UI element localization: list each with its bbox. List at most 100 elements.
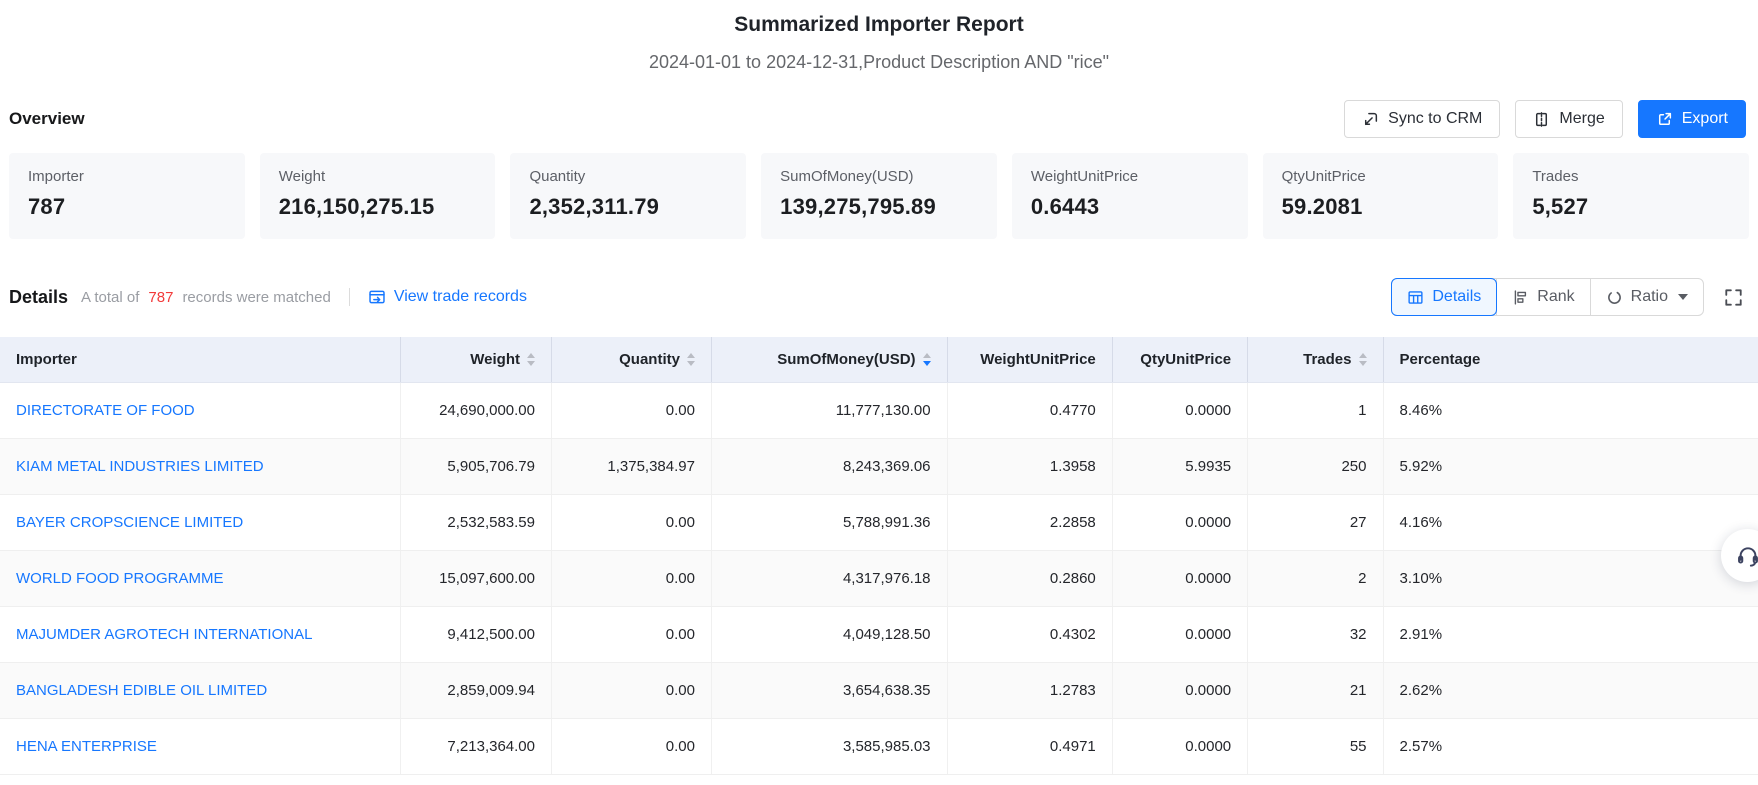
sync-icon	[1362, 111, 1379, 128]
importer-table: Importer Weight Quantity SumOfMoney(USD)…	[0, 337, 1758, 775]
quantity-cell: 1,375,384.97	[552, 439, 712, 494]
stat-label: Quantity	[529, 168, 727, 185]
qty-unit-price-cell: 0.0000	[1113, 607, 1248, 662]
quantity-cell: 0.00	[552, 495, 712, 550]
page-title: Summarized Importer Report	[0, 0, 1758, 37]
weight-cell: 9,412,500.00	[401, 607, 552, 662]
quantity-cell: 0.00	[552, 663, 712, 718]
qty-unit-price-cell: 5.9935	[1113, 439, 1248, 494]
column-header-percentage: Percentage	[1384, 337, 1758, 382]
weight-cell: 24,690,000.00	[401, 383, 552, 438]
importer-cell: BAYER CROPSCIENCE LIMITED	[0, 495, 401, 550]
trades-cell: 55	[1248, 719, 1383, 774]
stat-card-sum-of-money: SumOfMoney(USD) 139,275,795.89	[761, 153, 997, 239]
export-button[interactable]: Export	[1638, 100, 1746, 138]
column-header-weight-unit-price: WeightUnitPrice	[948, 337, 1113, 382]
sort-icon[interactable]	[1359, 353, 1367, 366]
export-label: Export	[1682, 110, 1728, 128]
stat-value: 2,352,311.79	[529, 194, 727, 220]
column-header-trades[interactable]: Trades	[1248, 337, 1383, 382]
qty-unit-price-cell: 0.0000	[1113, 663, 1248, 718]
importer-cell: MAJUMDER AGROTECH INTERNATIONAL	[0, 607, 401, 662]
weight-unit-price-cell: 0.2860	[948, 551, 1113, 606]
details-toolbar: Details Rank Ratio	[1391, 278, 1744, 316]
importer-link[interactable]: KIAM METAL INDUSTRIES LIMITED	[16, 458, 264, 475]
fullscreen-button[interactable]	[1723, 287, 1744, 308]
view-trade-records-link[interactable]: View trade records	[368, 288, 527, 306]
column-header-sum-of-money[interactable]: SumOfMoney(USD)	[712, 337, 948, 382]
sync-to-crm-button[interactable]: Sync to CRM	[1344, 100, 1500, 138]
column-header-weight[interactable]: Weight	[401, 337, 552, 382]
table-row: BANGLADESH EDIBLE OIL LIMITED 2,859,009.…	[0, 663, 1758, 719]
weight-unit-price-cell: 2.2858	[948, 495, 1113, 550]
summarized-importer-report-page: Summarized Importer Report 2024-01-01 to…	[0, 0, 1758, 775]
stat-value: 139,275,795.89	[780, 194, 978, 220]
weight-cell: 5,905,706.79	[401, 439, 552, 494]
qty-unit-price-cell: 0.0000	[1113, 495, 1248, 550]
quantity-cell: 0.00	[552, 719, 712, 774]
weight-unit-price-cell: 0.4971	[948, 719, 1113, 774]
column-header-quantity[interactable]: Quantity	[552, 337, 712, 382]
stat-value: 787	[28, 194, 226, 220]
table-row: WORLD FOOD PROGRAMME 15,097,600.00 0.00 …	[0, 551, 1758, 607]
weight-cell: 7,213,364.00	[401, 719, 552, 774]
view-trade-records-label: View trade records	[394, 288, 527, 306]
stat-card-weight-unit-price: WeightUnitPrice 0.6443	[1012, 153, 1248, 239]
sort-icon[interactable]	[527, 353, 535, 366]
table-row: BAYER CROPSCIENCE LIMITED 2,532,583.59 0…	[0, 495, 1758, 551]
importer-link[interactable]: BANGLADESH EDIBLE OIL LIMITED	[16, 682, 267, 699]
column-header-importer: Importer	[0, 337, 401, 382]
weight-unit-price-cell: 0.4302	[948, 607, 1113, 662]
stat-label: Weight	[279, 168, 477, 185]
merge-button[interactable]: Merge	[1515, 100, 1622, 138]
tab-rank[interactable]: Rank	[1496, 279, 1589, 315]
trades-cell: 250	[1248, 439, 1383, 494]
importer-cell: WORLD FOOD PROGRAMME	[0, 551, 401, 606]
weight-unit-price-cell: 1.2783	[948, 663, 1113, 718]
rank-bars-icon	[1512, 289, 1529, 306]
percentage-cell: 8.46%	[1384, 383, 1758, 438]
column-header-qty-unit-price: QtyUnitPrice	[1113, 337, 1248, 382]
trades-cell: 27	[1248, 495, 1383, 550]
importer-link[interactable]: WORLD FOOD PROGRAMME	[16, 570, 224, 587]
sum-of-money-cell: 3,585,985.03	[712, 719, 948, 774]
quantity-cell: 0.00	[552, 607, 712, 662]
overview-actions: Sync to CRM Merge Export	[1344, 100, 1746, 138]
stat-label: Importer	[28, 168, 226, 185]
importer-link[interactable]: DIRECTORATE OF FOOD	[16, 402, 195, 419]
overview-stats: Importer 787 Weight 216,150,275.15 Quant…	[0, 153, 1758, 239]
importer-cell: KIAM METAL INDUSTRIES LIMITED	[0, 439, 401, 494]
stat-card-quantity: Quantity 2,352,311.79	[510, 153, 746, 239]
sum-of-money-cell: 11,777,130.00	[712, 383, 948, 438]
trades-cell: 2	[1248, 551, 1383, 606]
fullscreen-icon	[1723, 287, 1744, 308]
sum-of-money-cell: 5,788,991.36	[712, 495, 948, 550]
sort-icon-active-desc[interactable]	[923, 353, 931, 366]
overview-heading: Overview	[9, 109, 85, 129]
matched-suffix: records were matched	[182, 289, 330, 306]
page-subtitle: 2024-01-01 to 2024-12-31,Product Descrip…	[0, 52, 1758, 73]
tab-details-label: Details	[1432, 288, 1481, 306]
table-header-row: Importer Weight Quantity SumOfMoney(USD)…	[0, 337, 1758, 383]
table-grid-icon	[1407, 289, 1424, 306]
importer-link[interactable]: BAYER CROPSCIENCE LIMITED	[16, 514, 243, 531]
trades-cell: 32	[1248, 607, 1383, 662]
stat-value: 59.2081	[1282, 194, 1480, 220]
merge-label: Merge	[1559, 110, 1604, 128]
trade-records-icon	[368, 288, 386, 306]
ratio-donut-icon	[1606, 289, 1623, 306]
sort-icon[interactable]	[687, 353, 695, 366]
table-row: KIAM METAL INDUSTRIES LIMITED 5,905,706.…	[0, 439, 1758, 495]
qty-unit-price-cell: 0.0000	[1113, 383, 1248, 438]
percentage-cell: 4.16%	[1384, 495, 1758, 550]
vertical-divider	[349, 288, 350, 306]
tab-details[interactable]: Details	[1391, 278, 1497, 316]
stat-card-trades: Trades 5,527	[1513, 153, 1749, 239]
importer-link[interactable]: MAJUMDER AGROTECH INTERNATIONAL	[16, 626, 312, 643]
tab-ratio[interactable]: Ratio	[1590, 279, 1703, 315]
stat-value: 216,150,275.15	[279, 194, 477, 220]
trades-cell: 21	[1248, 663, 1383, 718]
importer-link[interactable]: HENA ENTERPRISE	[16, 738, 157, 755]
qty-unit-price-cell: 0.0000	[1113, 551, 1248, 606]
weight-cell: 15,097,600.00	[401, 551, 552, 606]
